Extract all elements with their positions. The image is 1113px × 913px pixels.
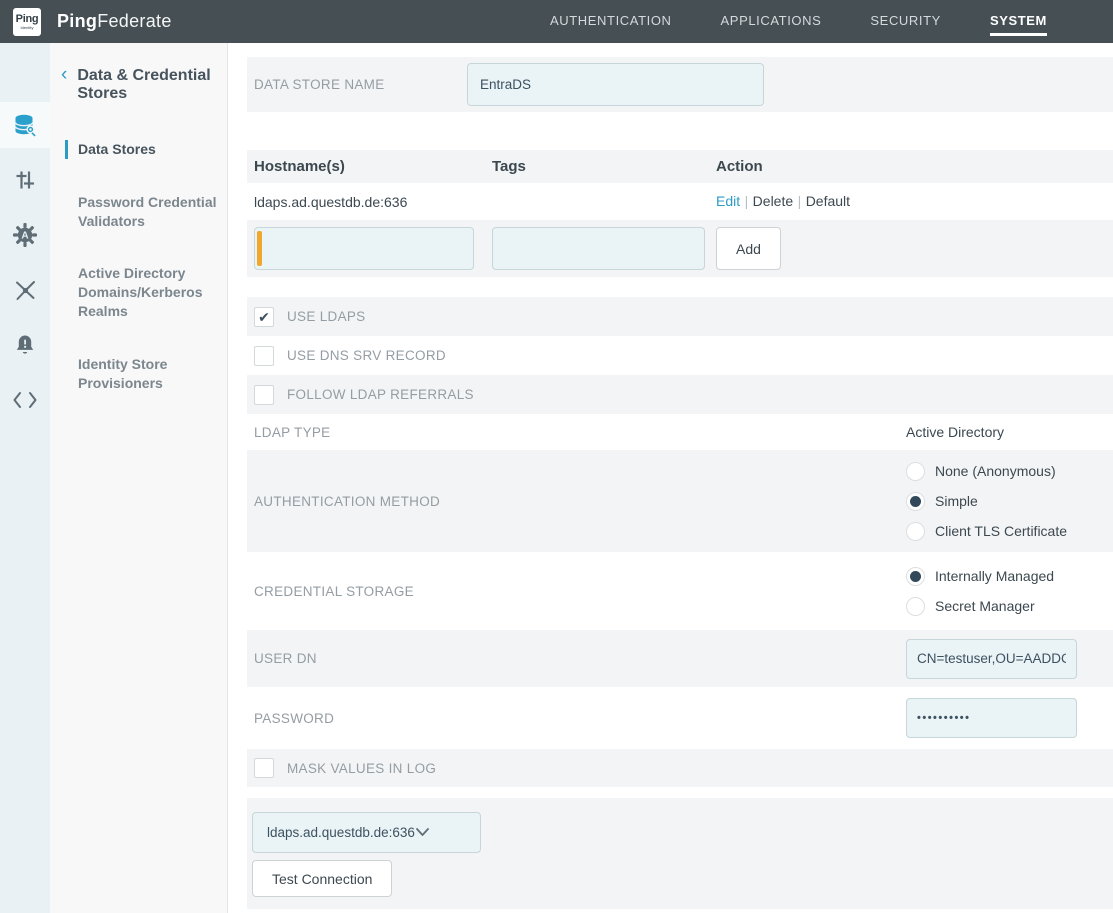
ping-logo: Ping Identity (13, 8, 41, 36)
credential-storage-row: CREDENTIAL STORAGE Internally Managed Se… (247, 552, 1113, 630)
sidebar-item-data-stores[interactable]: Data Stores (65, 140, 217, 159)
radio-simple-label: Simple (935, 493, 978, 509)
app-title: PingFederate (57, 11, 172, 32)
ping-logo-subtext: Identity (21, 26, 34, 30)
top-nav: AUTHENTICATION APPLICATIONS SECURITY SYS… (550, 7, 1113, 36)
test-connection-section: ldaps.ad.questdb.de:636 Test Connection (247, 798, 1113, 909)
tab-applications[interactable]: APPLICATIONS (721, 7, 822, 36)
bell-alert-icon (13, 333, 37, 357)
col-action: Action (716, 158, 1113, 175)
app-title-light: Federate (97, 11, 171, 31)
main-content: DATA STORE NAME Hostname(s) Tags Action … (228, 43, 1113, 913)
mask-values-label: MASK VALUES IN LOG (287, 761, 436, 776)
user-dn-input[interactable] (906, 639, 1077, 679)
radio-simple[interactable] (906, 492, 925, 511)
tab-security[interactable]: SECURITY (870, 7, 941, 36)
ldap-type-row: LDAP TYPE Active Directory (247, 414, 1113, 450)
sidebar-item-identity-store-provisioners[interactable]: Identity Store Provisioners (65, 355, 217, 393)
credential-storage-label: CREDENTIAL STORAGE (254, 584, 414, 599)
password-label: PASSWORD (254, 711, 334, 726)
default-link[interactable]: Default (806, 193, 850, 209)
radio-internally-managed-label: Internally Managed (935, 568, 1054, 584)
rail-item-alerts[interactable] (0, 322, 50, 368)
use-ldaps-label: USE LDAPS (287, 309, 365, 324)
sliders-icon (13, 168, 37, 192)
mask-values-row: MASK VALUES IN LOG (247, 749, 1113, 787)
data-store-name-input[interactable] (467, 63, 764, 106)
delete-link[interactable]: Delete (753, 193, 793, 209)
data-store-name-label: DATA STORE NAME (254, 77, 467, 92)
database-key-icon (12, 112, 39, 139)
radio-secret-manager-label: Secret Manager (935, 598, 1035, 614)
rail-item-administration[interactable]: A (0, 212, 50, 258)
use-dns-srv-row: USE DNS SRV RECORD (247, 336, 1113, 375)
radio-client-tls-certificate-label: Client TLS Certificate (935, 523, 1067, 539)
use-ldaps-row: USE LDAPS (247, 297, 1113, 336)
icon-rail: A (0, 43, 50, 913)
hostname-table-row: ldaps.ad.questdb.de:636 Edit | Delete | … (247, 183, 1113, 220)
user-dn-label: USER DN (254, 651, 317, 666)
authentication-method-row: AUTHENTICATION METHOD None (Anonymous) S… (247, 450, 1113, 552)
tab-system[interactable]: SYSTEM (990, 7, 1047, 36)
sidebar-item-ad-domains-kerberos-realms[interactable]: Active Directory Domains/Kerberos Realms (65, 264, 217, 321)
new-hostname-input[interactable] (254, 227, 474, 270)
test-connection-button[interactable]: Test Connection (252, 860, 392, 897)
action-separator: | (745, 193, 749, 209)
tab-authentication[interactable]: AUTHENTICATION (550, 7, 672, 36)
authentication-method-options: None (Anonymous) Simple Client TLS Certi… (906, 456, 1113, 546)
app-title-bold: Ping (57, 11, 97, 31)
col-hostnames: Hostname(s) (254, 158, 492, 175)
required-marker (257, 231, 262, 266)
edit-link[interactable]: Edit (716, 193, 740, 209)
follow-ldap-referrals-label: FOLLOW LDAP REFERRALS (287, 387, 474, 402)
rail-item-connections[interactable] (0, 267, 50, 313)
data-store-name-row: DATA STORE NAME (247, 57, 1113, 112)
radio-client-tls-certificate[interactable] (906, 522, 925, 541)
svg-text:A: A (21, 231, 28, 242)
authentication-method-label: AUTHENTICATION METHOD (254, 494, 440, 509)
action-separator: | (798, 193, 802, 209)
radio-secret-manager[interactable] (906, 597, 925, 616)
hostname-select[interactable]: ldaps.ad.questdb.de:636 (252, 812, 481, 853)
radio-internally-managed[interactable] (906, 567, 925, 586)
radio-none-anonymous-label: None (Anonymous) (935, 463, 1056, 479)
sidebar-title[interactable]: Data & Credential Stores (77, 67, 212, 104)
use-ldaps-checkbox[interactable] (254, 307, 274, 327)
gear-a-icon: A (12, 222, 38, 248)
action-cell: Edit | Delete | Default (716, 193, 1113, 211)
radio-none-anonymous[interactable] (906, 462, 925, 481)
follow-ldap-referrals-checkbox[interactable] (254, 385, 274, 405)
hostname-select-value: ldaps.ad.questdb.de:636 (267, 825, 415, 840)
sidebar-item-password-credential-validators[interactable]: Password Credential Validators (65, 193, 217, 231)
hostnames-table-header: Hostname(s) Tags Action (247, 150, 1113, 183)
connections-x-icon (13, 278, 38, 303)
password-row: PASSWORD (247, 687, 1113, 749)
ping-logo-text: Ping (16, 14, 39, 25)
sidebar: ‹ Data & Credential Stores Data Stores P… (50, 43, 228, 913)
code-brackets-icon (12, 390, 38, 410)
add-button[interactable]: Add (716, 227, 781, 270)
mask-values-checkbox[interactable] (254, 758, 274, 778)
credential-storage-options: Internally Managed Secret Manager (906, 561, 1113, 621)
follow-ldap-referrals-row: FOLLOW LDAP REFERRALS (247, 375, 1113, 414)
password-input[interactable] (906, 698, 1077, 738)
col-tags: Tags (492, 158, 716, 175)
use-dns-srv-label: USE DNS SRV RECORD (287, 348, 446, 363)
use-dns-srv-checkbox[interactable] (254, 346, 274, 366)
top-header: Ping Identity PingFederate AUTHENTICATIO… (0, 0, 1113, 43)
hostname-cell: ldaps.ad.questdb.de:636 (254, 194, 492, 210)
chevron-down-icon (415, 824, 430, 842)
rail-item-developer[interactable] (0, 377, 50, 423)
rail-item-settings[interactable] (0, 157, 50, 203)
ldap-type-value: Active Directory (906, 424, 1113, 440)
add-hostname-row: Add (247, 220, 1113, 277)
new-tags-input[interactable] (492, 227, 705, 270)
user-dn-row: USER DN (247, 630, 1113, 687)
ldap-type-label: LDAP TYPE (254, 425, 331, 440)
rail-item-data-stores[interactable] (0, 102, 50, 148)
chevron-left-icon[interactable]: ‹ (61, 65, 67, 104)
